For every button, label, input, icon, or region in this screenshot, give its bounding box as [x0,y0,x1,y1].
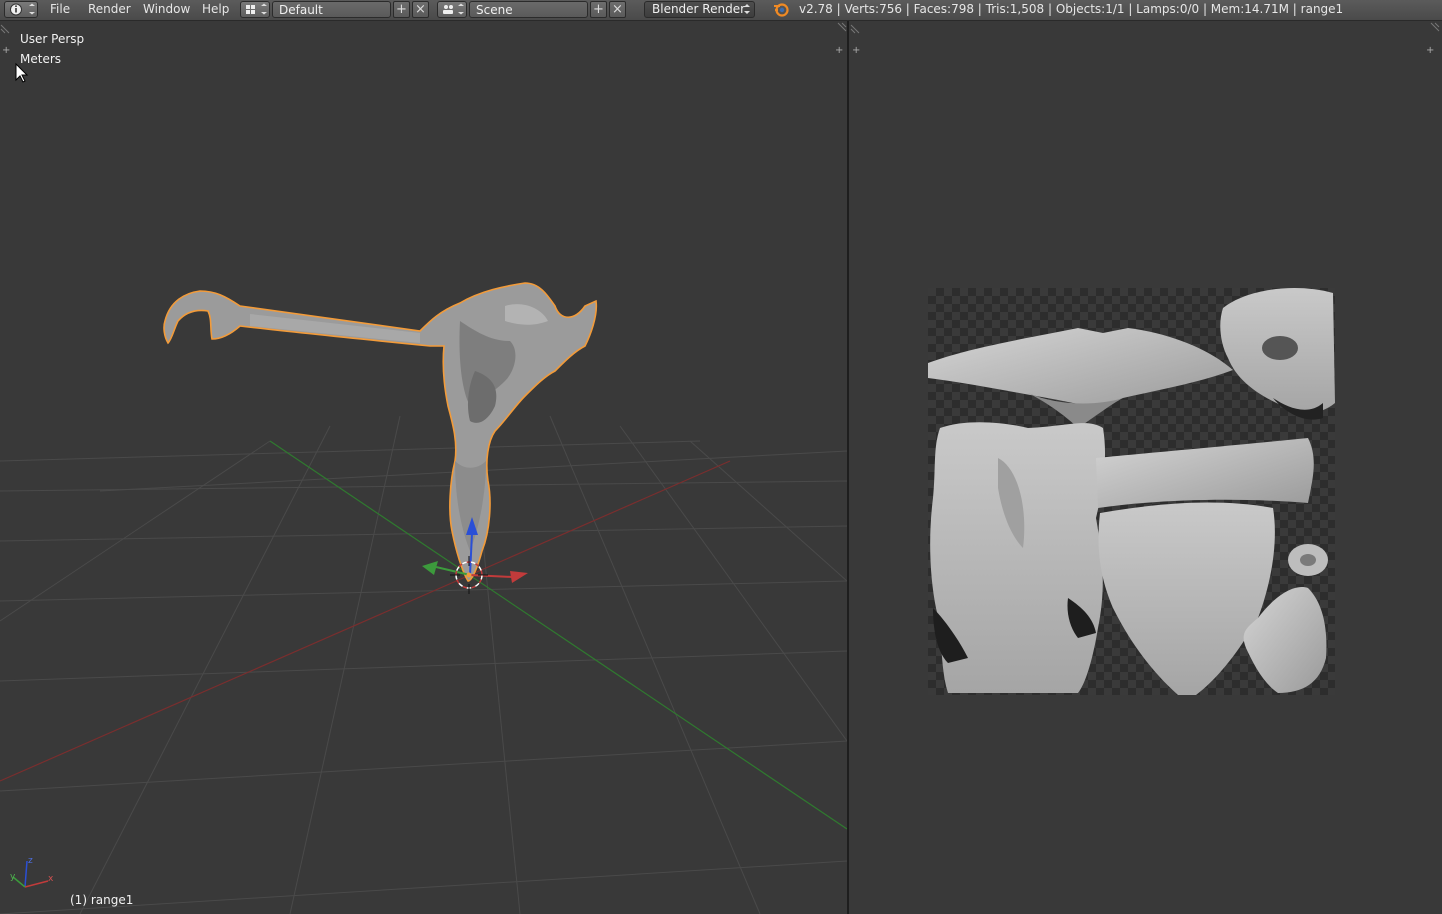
region-expand-left-icon[interactable]: + [2,46,10,56]
axis-z-label: z [28,856,33,866]
uv-area-split-corner-left-icon[interactable] [850,22,862,34]
active-object-label: (1) range1 [70,893,134,907]
area-split-corner-left-icon[interactable] [0,22,12,34]
menu-help[interactable]: Help [202,0,229,20]
menu-file[interactable]: File [50,0,70,20]
info-icon [10,3,35,16]
updown-arrow-icon [744,4,750,14]
scene-selector[interactable] [437,1,467,18]
mesh-object-range1[interactable] [163,282,598,582]
menu-window[interactable]: Window [143,0,190,20]
view-name-label: User Persp [20,32,85,46]
info-header: File Render Window Help Default + × Scen… [0,0,1442,21]
units-label: Meters [20,52,62,66]
render-engine-selector[interactable]: Blender Render [644,1,755,18]
uv-image-editor[interactable]: + + [849,21,1442,914]
area-split-corner-icon[interactable] [835,22,847,34]
layout-icon [246,3,267,15]
x-axis-line [0,460,731,782]
region-expand-right-icon[interactable]: + [835,46,843,56]
x-arrow-handle[interactable] [510,571,528,583]
scene-statistics: v2.78 | Verts:756 | Faces:798 | Tris:1,5… [799,2,1344,16]
y-arrow-handle[interactable] [422,561,438,575]
render-engine-label: Blender Render [652,2,746,16]
uv-region-expand-right-icon[interactable]: + [1426,46,1434,56]
uv-region-expand-left-icon[interactable]: + [852,46,860,56]
axis-x-label: x [48,874,54,884]
uv-area-split-corner-icon[interactable] [1428,22,1440,34]
add-scene-button[interactable]: + [590,1,607,18]
3d-viewport[interactable]: z x y User Persp Meters (1) range1 + + [0,21,847,914]
floor-grid [0,410,847,914]
axis-y-label: y [10,872,16,882]
editor-type-selector[interactable] [4,1,38,18]
mouse-pointer-icon [15,62,29,83]
add-screen-button[interactable]: + [393,1,410,18]
view-axis-widget: z x y [10,856,54,888]
viewport-scene[interactable]: z x y [0,21,847,914]
scene-icon [443,3,464,15]
3d-cursor[interactable] [450,556,488,594]
delete-screen-button[interactable]: × [412,1,429,18]
delete-scene-button[interactable]: × [609,1,626,18]
scene-field[interactable]: Scene [469,1,588,18]
uv-texture-image[interactable] [928,288,1335,695]
screen-layout-selector[interactable] [240,1,270,18]
menu-render[interactable]: Render [88,0,131,20]
blender-logo-icon [774,3,789,17]
screen-layout-field[interactable]: Default [272,1,391,18]
y-axis-line [269,440,847,830]
